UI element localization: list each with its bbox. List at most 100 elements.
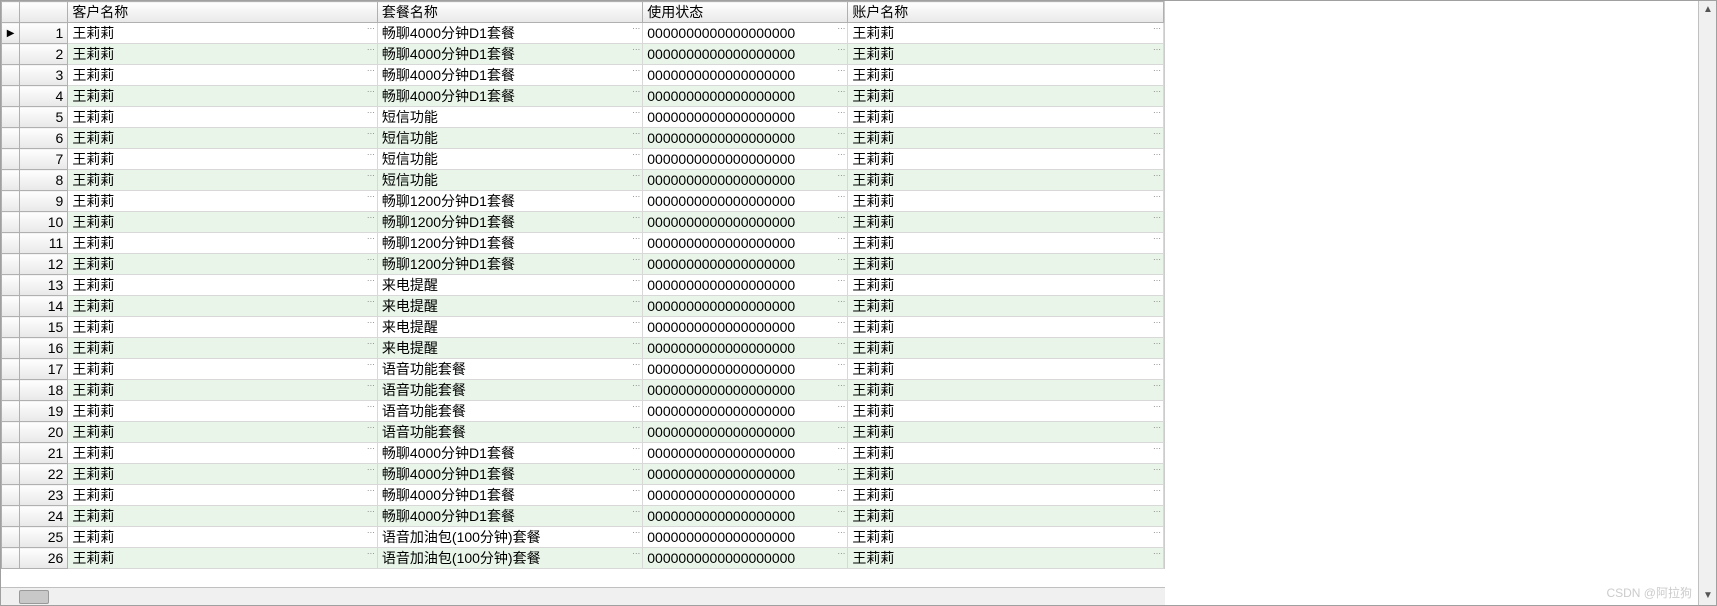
ellipsis-icon[interactable]: ⋯ [632, 529, 640, 537]
table-row[interactable]: 5王莉莉⋯短信功能⋯0000000000000000000⋯王莉莉⋯ [2, 107, 1164, 128]
cell-account-name[interactable]: 王莉莉⋯ [848, 233, 1164, 254]
ellipsis-icon[interactable]: ⋯ [837, 340, 845, 348]
cell-package-name[interactable]: 畅聊4000分钟D1套餐⋯ [377, 485, 642, 506]
cell-account-name[interactable]: 王莉莉⋯ [848, 443, 1164, 464]
cell-usage-status[interactable]: 0000000000000000000⋯ [643, 380, 848, 401]
row-number[interactable]: 14 [20, 296, 68, 317]
row-number[interactable]: 2 [20, 44, 68, 65]
cell-account-name[interactable]: 王莉莉⋯ [848, 401, 1164, 422]
row-handle[interactable] [2, 107, 20, 128]
ellipsis-icon[interactable]: ⋯ [1153, 529, 1161, 537]
row-number[interactable]: 26 [20, 548, 68, 569]
ellipsis-icon[interactable]: ⋯ [837, 67, 845, 75]
cell-account-name[interactable]: 王莉莉⋯ [848, 149, 1164, 170]
ellipsis-icon[interactable]: ⋯ [1153, 466, 1161, 474]
ellipsis-icon[interactable]: ⋯ [632, 46, 640, 54]
ellipsis-icon[interactable]: ⋯ [837, 256, 845, 264]
row-handle[interactable] [2, 128, 20, 149]
ellipsis-icon[interactable]: ⋯ [632, 67, 640, 75]
row-handle[interactable] [2, 149, 20, 170]
ellipsis-icon[interactable]: ⋯ [632, 298, 640, 306]
table-row[interactable]: 13王莉莉⋯来电提醒⋯0000000000000000000⋯王莉莉⋯ [2, 275, 1164, 296]
cell-package-name[interactable]: 短信功能⋯ [377, 170, 642, 191]
ellipsis-icon[interactable]: ⋯ [632, 256, 640, 264]
cell-usage-status[interactable]: 0000000000000000000⋯ [643, 107, 848, 128]
row-number[interactable]: 10 [20, 212, 68, 233]
cell-customer-name[interactable]: 王莉莉⋯ [68, 254, 378, 275]
row-number[interactable]: 18 [20, 380, 68, 401]
ellipsis-icon[interactable]: ⋯ [367, 529, 375, 537]
ellipsis-icon[interactable]: ⋯ [837, 172, 845, 180]
cell-package-name[interactable]: 来电提醒⋯ [377, 317, 642, 338]
ellipsis-icon[interactable]: ⋯ [837, 319, 845, 327]
cell-usage-status[interactable]: 0000000000000000000⋯ [643, 86, 848, 107]
ellipsis-icon[interactable]: ⋯ [632, 487, 640, 495]
scroll-up-arrow-icon[interactable]: ▲ [1699, 1, 1716, 19]
ellipsis-icon[interactable]: ⋯ [367, 109, 375, 117]
cell-package-name[interactable]: 畅聊4000分钟D1套餐⋯ [377, 23, 642, 44]
ellipsis-icon[interactable]: ⋯ [837, 424, 845, 432]
table-row[interactable]: 6王莉莉⋯短信功能⋯0000000000000000000⋯王莉莉⋯ [2, 128, 1164, 149]
cell-customer-name[interactable]: 王莉莉⋯ [68, 464, 378, 485]
row-number[interactable]: 20 [20, 422, 68, 443]
cell-account-name[interactable]: 王莉莉⋯ [848, 44, 1164, 65]
row-number[interactable]: 22 [20, 464, 68, 485]
table-row[interactable]: 1王莉莉⋯畅聊4000分钟D1套餐⋯0000000000000000000⋯王莉… [2, 23, 1164, 44]
cell-package-name[interactable]: 畅聊1200分钟D1套餐⋯ [377, 212, 642, 233]
cell-usage-status[interactable]: 0000000000000000000⋯ [643, 485, 848, 506]
cell-package-name[interactable]: 畅聊1200分钟D1套餐⋯ [377, 233, 642, 254]
cell-package-name[interactable]: 语音加油包(100分钟)套餐⋯ [377, 527, 642, 548]
ellipsis-icon[interactable]: ⋯ [632, 550, 640, 558]
cell-usage-status[interactable]: 0000000000000000000⋯ [643, 401, 848, 422]
cell-account-name[interactable]: 王莉莉⋯ [848, 107, 1164, 128]
cell-package-name[interactable]: 畅聊1200分钟D1套餐⋯ [377, 254, 642, 275]
row-number-header[interactable] [20, 2, 68, 23]
row-handle[interactable] [2, 443, 20, 464]
ellipsis-icon[interactable]: ⋯ [837, 508, 845, 516]
row-number[interactable]: 16 [20, 338, 68, 359]
cell-package-name[interactable]: 语音功能套餐⋯ [377, 380, 642, 401]
cell-customer-name[interactable]: 王莉莉⋯ [68, 86, 378, 107]
ellipsis-icon[interactable]: ⋯ [1153, 130, 1161, 138]
column-header-account-name[interactable]: 账户名称 [848, 2, 1164, 23]
ellipsis-icon[interactable]: ⋯ [837, 466, 845, 474]
cell-account-name[interactable]: 王莉莉⋯ [848, 338, 1164, 359]
ellipsis-icon[interactable]: ⋯ [632, 193, 640, 201]
cell-customer-name[interactable]: 王莉莉⋯ [68, 380, 378, 401]
row-handle[interactable] [2, 86, 20, 107]
row-number[interactable]: 13 [20, 275, 68, 296]
cell-usage-status[interactable]: 0000000000000000000⋯ [643, 170, 848, 191]
cell-package-name[interactable]: 畅聊4000分钟D1套餐⋯ [377, 86, 642, 107]
vertical-scrollbar[interactable]: ▲ ▼ [1698, 1, 1716, 605]
cell-customer-name[interactable]: 王莉莉⋯ [68, 485, 378, 506]
cell-package-name[interactable]: 语音功能套餐⋯ [377, 422, 642, 443]
cell-customer-name[interactable]: 王莉莉⋯ [68, 149, 378, 170]
table-row[interactable]: 7王莉莉⋯短信功能⋯0000000000000000000⋯王莉莉⋯ [2, 149, 1164, 170]
cell-customer-name[interactable]: 王莉莉⋯ [68, 170, 378, 191]
row-handle[interactable] [2, 464, 20, 485]
cell-package-name[interactable]: 畅聊4000分钟D1套餐⋯ [377, 506, 642, 527]
ellipsis-icon[interactable]: ⋯ [837, 109, 845, 117]
cell-account-name[interactable]: 王莉莉⋯ [848, 317, 1164, 338]
cell-account-name[interactable]: 王莉莉⋯ [848, 212, 1164, 233]
cell-package-name[interactable]: 畅聊4000分钟D1套餐⋯ [377, 65, 642, 86]
cell-account-name[interactable]: 王莉莉⋯ [848, 191, 1164, 212]
ellipsis-icon[interactable]: ⋯ [1153, 67, 1161, 75]
ellipsis-icon[interactable]: ⋯ [1153, 109, 1161, 117]
cell-customer-name[interactable]: 王莉莉⋯ [68, 212, 378, 233]
row-handle[interactable] [2, 485, 20, 506]
row-number[interactable]: 4 [20, 86, 68, 107]
ellipsis-icon[interactable]: ⋯ [632, 88, 640, 96]
ellipsis-icon[interactable]: ⋯ [837, 298, 845, 306]
ellipsis-icon[interactable]: ⋯ [1153, 46, 1161, 54]
row-number[interactable]: 6 [20, 128, 68, 149]
cell-customer-name[interactable]: 王莉莉⋯ [68, 191, 378, 212]
cell-customer-name[interactable]: 王莉莉⋯ [68, 128, 378, 149]
cell-package-name[interactable]: 来电提醒⋯ [377, 296, 642, 317]
row-number[interactable]: 25 [20, 527, 68, 548]
cell-usage-status[interactable]: 0000000000000000000⋯ [643, 212, 848, 233]
ellipsis-icon[interactable]: ⋯ [632, 235, 640, 243]
column-header-package-name[interactable]: 套餐名称 [377, 2, 642, 23]
ellipsis-icon[interactable]: ⋯ [837, 403, 845, 411]
cell-usage-status[interactable]: 0000000000000000000⋯ [643, 275, 848, 296]
